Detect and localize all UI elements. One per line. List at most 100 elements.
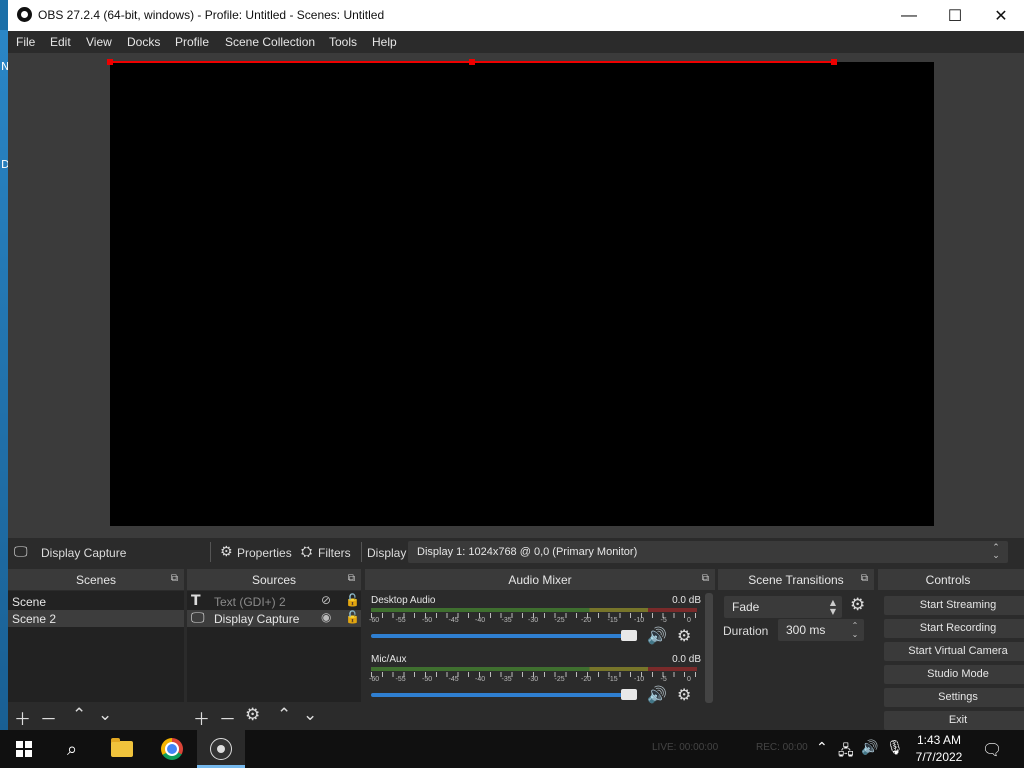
transition-value: Fade — [732, 600, 760, 614]
start-button[interactable] — [0, 730, 48, 768]
menu-edit[interactable]: Edit — [50, 35, 71, 49]
minimize-button[interactable]: — — [886, 0, 932, 31]
display-dropdown-value: Display 1: 1024x768 @ 0,0 (Primary Monit… — [417, 546, 638, 558]
start-recording-button[interactable]: Start Recording — [884, 619, 1024, 638]
file-explorer-button[interactable] — [98, 730, 146, 768]
display-dropdown[interactable]: Display 1: 1024x768 @ 0,0 (Primary Monit… — [408, 541, 1008, 563]
eye-icon[interactable]: ◉ — [321, 610, 331, 624]
preview-canvas[interactable] — [110, 62, 934, 526]
volume-icon[interactable]: 🔊 — [861, 740, 878, 756]
studio-mode-button[interactable]: Studio Mode — [884, 665, 1024, 684]
channel-name: Desktop Audio — [371, 595, 436, 606]
notification-icon[interactable]: 🗨 — [982, 740, 1002, 759]
channel-name: Mic/Aux — [371, 654, 407, 665]
meter-scale-label: -15 — [607, 676, 618, 683]
gear-icon[interactable]: ⚙ — [220, 544, 233, 560]
meter-scale-label: -5 — [660, 676, 667, 683]
move-up-icon[interactable]: ⌃ — [72, 705, 86, 725]
volume-slider[interactable] — [371, 693, 635, 697]
meter-scale-label: -25 — [554, 617, 565, 624]
meter-scale-label: -55 — [395, 617, 406, 624]
preview-area[interactable] — [8, 53, 1024, 538]
menu-docks[interactable]: Docks — [127, 35, 160, 49]
resize-handle[interactable] — [831, 59, 837, 65]
source-list[interactable]: T Text (GDI+) 2 ⊘ 🔓 🖵 Display Capture ◉ … — [187, 591, 361, 702]
source-item[interactable]: T Text (GDI+) 2 ⊘ 🔓 — [187, 593, 361, 610]
speaker-icon[interactable]: 🔊 — [647, 626, 667, 645]
obs-taskbar-button[interactable] — [197, 730, 245, 768]
exit-button[interactable]: Exit — [884, 711, 1024, 730]
scene-item-label: Scene 2 — [12, 612, 57, 626]
chevron-up-icon[interactable]: ⌃ — [816, 740, 828, 756]
scene-item[interactable]: Scene — [8, 593, 184, 610]
add-source-icon[interactable]: ＋ — [193, 705, 210, 730]
float-dock-icon[interactable]: ⧉ — [702, 573, 709, 584]
scene-list[interactable]: Scene Scene 2 — [8, 591, 184, 702]
float-dock-icon[interactable]: ⧉ — [171, 573, 178, 584]
volume-slider-handle[interactable] — [621, 689, 637, 700]
hidden-eye-icon[interactable]: ⊘ — [321, 593, 331, 607]
start-virtual-camera-button[interactable]: Start Virtual Camera — [884, 642, 1024, 661]
source-item[interactable]: 🖵 Display Capture ◉ 🔓 — [187, 610, 361, 627]
menu-scene-collection[interactable]: Scene Collection — [225, 35, 315, 49]
volume-meter — [371, 608, 697, 612]
network-icon[interactable]: 🖧 — [838, 740, 854, 764]
dock-header: Scenes ⧉ — [8, 569, 184, 590]
transition-select[interactable]: Fade ▲ ▼ — [724, 596, 842, 618]
unlock-icon[interactable]: 🔓 — [345, 593, 360, 607]
obs-icon — [210, 738, 232, 760]
meter-scale-label: -40 — [475, 617, 486, 624]
duration-value: 300 ms — [786, 623, 826, 637]
float-dock-icon[interactable]: ⧉ — [348, 573, 355, 584]
title-bar[interactable]: OBS 27.2.4 (64-bit, windows) - Profile: … — [8, 0, 1024, 31]
menu-profile[interactable]: Profile — [175, 35, 209, 49]
mixer-scrollbar[interactable] — [705, 593, 713, 703]
close-button[interactable]: ✕ — [978, 0, 1024, 31]
chrome-button[interactable] — [148, 730, 196, 768]
spinner-icon[interactable]: ⌃ ⌄ — [849, 621, 861, 639]
menu-help[interactable]: Help — [372, 35, 397, 49]
source-properties-icon[interactable]: ⚙ — [245, 705, 260, 725]
chevron-updown-icon: ▲ ▼ — [829, 598, 837, 616]
volume-slider-handle[interactable] — [621, 630, 637, 641]
settings-button[interactable]: Settings — [884, 688, 1024, 707]
duration-input[interactable]: 300 ms ⌃ ⌄ — [778, 619, 864, 641]
gear-icon[interactable]: ⚙ — [677, 685, 691, 704]
display-label: Display — [367, 546, 407, 560]
move-down-icon[interactable]: ⌄ — [303, 705, 317, 725]
microphone-icon[interactable]: 🎙 — [886, 740, 904, 756]
dock-title: Scene Transitions — [748, 573, 844, 587]
scenes-toolbar: ＋ － ⌃ ⌄ — [8, 702, 184, 730]
float-dock-icon[interactable]: ⧉ — [861, 573, 868, 584]
volume-slider[interactable] — [371, 634, 635, 638]
speaker-icon[interactable]: 🔊 — [647, 685, 667, 704]
gear-icon[interactable]: ⚙ — [677, 626, 691, 645]
remove-scene-icon[interactable]: － — [40, 705, 57, 730]
filters-button[interactable]: Filters — [318, 546, 351, 560]
unlock-icon[interactable]: 🔓 — [345, 610, 360, 624]
move-down-icon[interactable]: ⌄ — [98, 705, 112, 725]
dock-title: Audio Mixer — [508, 573, 572, 587]
menu-tools[interactable]: Tools — [329, 35, 357, 49]
clock[interactable]: 1:43 AM 7/7/2022 — [904, 732, 974, 766]
filters-icon[interactable]: ⛭ — [301, 544, 312, 560]
remove-source-icon[interactable]: － — [219, 705, 236, 730]
resize-handle[interactable] — [469, 59, 475, 65]
scene-item[interactable]: Scene 2 — [8, 610, 184, 627]
resize-handle[interactable] — [107, 59, 113, 65]
transition-properties-icon[interactable]: ⚙ — [850, 595, 865, 615]
maximize-button[interactable]: ☐ — [932, 0, 978, 31]
meter-scale-label: -25 — [554, 676, 565, 683]
properties-button[interactable]: Properties — [237, 546, 292, 560]
meter-scale-label: -45 — [448, 617, 459, 624]
search-icon[interactable]: ⌕ — [48, 730, 96, 768]
divider — [210, 542, 211, 562]
start-streaming-button[interactable]: Start Streaming — [884, 596, 1024, 615]
move-up-icon[interactable]: ⌃ — [277, 705, 291, 725]
add-scene-icon[interactable]: ＋ — [14, 705, 31, 730]
menu-file[interactable]: File — [16, 35, 35, 49]
meter-scale-label: -5 — [660, 617, 667, 624]
selected-source-name: Display Capture — [41, 546, 127, 560]
menu-view[interactable]: View — [86, 35, 112, 49]
source-item-label: Display Capture — [214, 612, 300, 626]
